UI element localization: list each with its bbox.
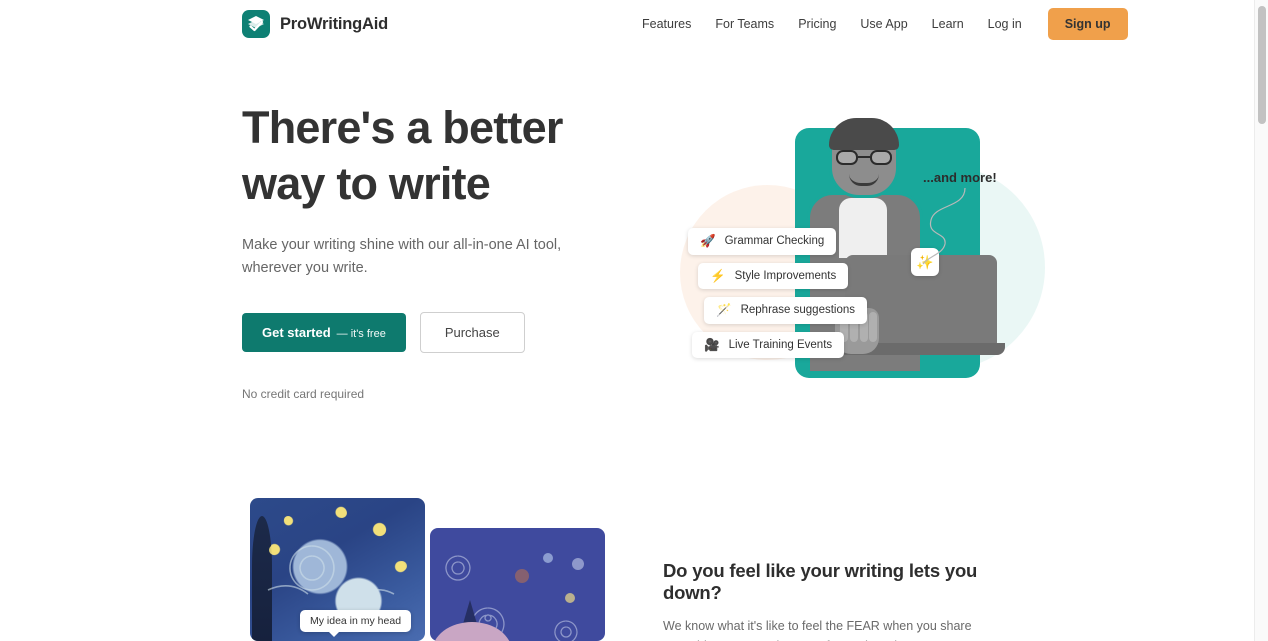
section-heading: Do you feel like your writing lets you d… [663,560,978,603]
lower-text-block: Do you feel like your writing lets you d… [663,560,1023,641]
glasses-icon [836,150,892,165]
feature-pill-label: Grammar Checking [724,235,825,248]
nav-item-learn[interactable]: Learn [920,11,976,37]
and-more-annotation: ...and more! [923,170,997,185]
feature-pill-label: Live Training Events [728,338,833,351]
hero-illustration: ✨ ...and more! 🚀 Grammar Checking ⚡ Styl… [655,90,1075,400]
landing-page: ProWritingAid Features For Teams Pricing… [0,0,1268,641]
get-started-label: Get started [262,325,331,340]
cta-row: Get started — it's free Purchase [242,312,642,353]
prowritingaid-book-logo-icon [242,10,270,38]
nav-item-for-teams[interactable]: For Teams [703,11,786,37]
hero-title-line-1: There's a better [242,102,563,153]
lightning-icon: ⚡ [710,268,726,283]
sign-up-button[interactable]: Sign up [1047,8,1128,40]
hero-text-block: There's a better way to write Make your … [242,100,642,401]
brand-logo[interactable]: ProWritingAid [242,10,388,38]
comparison-image-cards: My idea in my head [250,498,610,641]
page-title: There's a better way to write [242,100,642,212]
scrollbar-thumb[interactable] [1258,6,1266,124]
nav-item-use-app[interactable]: Use App [848,11,919,37]
hero-title-line-2: way to write [242,158,491,209]
main-navigation: Features For Teams Pricing Use App Learn… [630,8,1128,40]
nav-item-features[interactable]: Features [630,11,703,37]
curved-arrow-decoration [922,187,966,265]
get-started-sublabel: — it's free [336,328,386,340]
video-camera-icon: 🎥 [704,337,720,352]
feature-pill-label: Style Improvements [734,269,837,282]
feature-pill-rephrase-suggestions[interactable]: 🪄 Rephrase suggestions [704,297,868,324]
get-started-button[interactable]: Get started — it's free [242,313,406,352]
feature-pill-grammar-checking[interactable]: 🚀 Grammar Checking [688,228,837,255]
rocket-icon: 🚀 [700,234,716,248]
person-hair [829,118,899,150]
brand-name: ProWritingAid [280,14,389,33]
purchase-button[interactable]: Purchase [419,312,525,353]
image-caption-tooltip: My idea in my head [300,610,412,637]
feature-pill-live-training-events[interactable]: 🎥 Live Training Events [692,331,845,358]
no-credit-card-note: No credit card required [242,387,365,401]
page-scrollbar[interactable] [1254,0,1268,641]
feature-pill-list: 🚀 Grammar Checking ⚡ Style Improvements … [688,228,903,366]
section-body: We know what it's like to feel the FEAR … [663,619,1017,641]
hero-subtitle: Make your writing shine with our all-in-… [242,237,562,276]
site-header: ProWritingAid Features For Teams Pricing… [0,0,1254,48]
nav-item-log-in[interactable]: Log in [976,11,1034,37]
starry-night-card: My idea in my head [250,498,425,641]
magic-wand-icon: 🪄 [716,303,732,317]
nav-item-pricing[interactable]: Pricing [786,11,848,37]
feature-pill-style-improvements[interactable]: ⚡ Style Improvements [698,262,849,289]
feature-pill-label: Rephrase suggestions [740,304,856,317]
